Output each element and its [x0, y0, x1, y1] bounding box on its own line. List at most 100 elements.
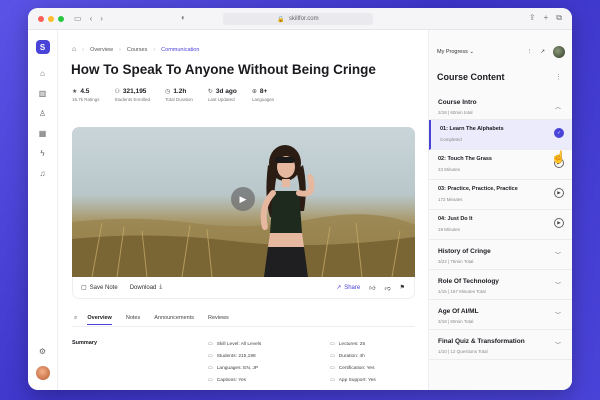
share-page-icon[interactable]: ⇪ [529, 13, 536, 23]
privacy-shield-icon[interactable]: ◐ [181, 13, 186, 22]
calendar-icon[interactable]: ▦ [39, 130, 47, 138]
course-stats: ★ 4.5 16.7k Ratings ⚇ 321,195 Students Enr… [72, 88, 274, 102]
app-logo[interactable]: S [35, 40, 50, 54]
summary-value: Students: 215,198 [216, 353, 256, 359]
clock-icon: ▭ [330, 353, 335, 359]
star-icon: ★ [72, 89, 78, 95]
breadcrumb-item-communication[interactable]: Communication [161, 47, 199, 53]
breadcrumb: ⌂ › Overview › Courses › Communication [72, 46, 199, 53]
summary-languages: ▭ Languages: EN, JP [208, 365, 258, 371]
course-content-title: Course Content [437, 72, 505, 82]
video-player[interactable]: ▶ [72, 127, 415, 277]
lesson-item[interactable]: 01: Learn The Alphabets Completed ✓ [429, 120, 572, 150]
lesson-title: 03: Practice, Practice, Practice [438, 186, 518, 192]
minimize-window-dot[interactable] [48, 15, 54, 22]
stat-languages: ⊕ 8+ Languages [252, 88, 274, 102]
share-icon: ↗ [336, 285, 342, 291]
tab-overview-icon[interactable]: ⧉ [556, 13, 562, 23]
share-button[interactable]: ↗ Share [336, 284, 361, 292]
summary-certification: ▭ Certification: Yes [330, 365, 374, 371]
stat-label: 16.7k Ratings [72, 97, 100, 102]
download-icon: ⤓ [159, 284, 163, 290]
tab-announcements[interactable]: Announcements [154, 315, 194, 324]
chevron-down-icon: ﹀ [554, 283, 561, 289]
bell-icon[interactable]: ♫ [40, 170, 46, 178]
progress-label: My Progress [437, 49, 468, 55]
window-controls [38, 15, 64, 22]
stat-label: Total Duration [165, 97, 193, 102]
section-role-of-technology[interactable]: Role Of Technology 1/15 | 167 Minutes To… [429, 270, 572, 300]
section-history-of-cringe[interactable]: History of Cringe 3/22 | 75min Total ﹀ [429, 240, 572, 270]
tab-notes[interactable]: Notes [126, 315, 140, 324]
settings-icon[interactable]: ⚙ [39, 348, 46, 356]
breadcrumb-item-courses[interactable]: Courses [127, 47, 147, 53]
share-label: Share [344, 284, 361, 291]
section-age-of-ai-ml[interactable]: Age Of AI/ML 2/18 | 60min Total ﹀ [429, 300, 572, 330]
back-icon[interactable]: ‹ [90, 14, 93, 23]
forward-icon[interactable]: › [100, 14, 103, 23]
stat-students: ⚇ 321,195 Students Enrolled [115, 88, 151, 102]
more-options-icon[interactable]: ⋮ [555, 73, 562, 81]
browser-actions: ⇪ + ⧉ [529, 13, 562, 23]
phone-icon: ▭ [330, 377, 335, 383]
users-icon: ▭ [208, 353, 213, 359]
like-icon[interactable]: 👍︎ [369, 284, 375, 292]
lesson-item[interactable]: 03: Practice, Practice, Practice 172 Min… [429, 180, 572, 210]
user-icon[interactable]: ♙ [39, 110, 46, 118]
breadcrumb-item-overview[interactable]: Overview [90, 47, 113, 53]
sidebar-toggle-icon[interactable]: ▭ [74, 14, 82, 23]
lesson-duration: 172 Minutes [438, 197, 463, 202]
summary-value: Skill Level: All Levels [216, 341, 262, 347]
search-icon[interactable]: ⌕ [74, 315, 77, 322]
play-icon[interactable]: ▶ [554, 188, 564, 198]
chart-icon[interactable]: ▥ [39, 90, 47, 98]
share-icon[interactable]: ↗ [540, 49, 545, 55]
refresh-icon: ↻ [207, 89, 213, 95]
stat-label: Students Enrolled [114, 97, 151, 102]
section-subtitle: 3/22 | 75min Total [438, 259, 474, 264]
section-title: Course Intro [438, 99, 477, 106]
bolt-icon[interactable]: ϟ [40, 150, 44, 158]
hand-cursor-icon: ☝ [551, 150, 566, 164]
avatar[interactable] [553, 46, 565, 58]
summary-captions: ▭ Captions: Yes [208, 377, 246, 383]
more-vertical-icon[interactable]: ⋮ [527, 49, 533, 55]
panel-header: My Progress ⌄ ⋮ ↗ [437, 46, 565, 58]
home-icon[interactable]: ⌂ [72, 46, 76, 53]
stat-label: Languages [251, 97, 275, 102]
home-icon[interactable]: ⌂ [40, 70, 45, 78]
progress-dropdown[interactable]: My Progress ⌄ [437, 49, 474, 55]
note-icon: ▢ [81, 285, 87, 291]
section-subtitle: 2/18 | 60min Total [438, 319, 474, 324]
play-icon[interactable]: ▶ [554, 218, 564, 228]
section-subtitle: 1/15 | 167 Minutes Total [438, 289, 486, 294]
flag-icon[interactable]: ⚑ [400, 284, 405, 291]
summary-value: Duration: 4h [338, 353, 365, 359]
tab-overview[interactable]: Overview [87, 315, 112, 325]
lesson-item[interactable]: 04: Just Do It 19 Minutes ▶ [429, 210, 572, 240]
save-note-button[interactable]: ▢ Save Note [81, 284, 118, 292]
browser-window: ▭ ‹ › ◐ 🔒 skillfor.com ⇪ + ⧉ S ⌂ ▥ ♙ ▦ ϟ… [28, 8, 572, 390]
section-final-quiz[interactable]: Final Quiz & Transformation 1/10 | 12 Qu… [429, 330, 572, 360]
tab-reviews[interactable]: Reviews [208, 315, 229, 324]
close-window-dot[interactable] [38, 15, 44, 22]
section-title: Age Of AI/ML [438, 308, 479, 315]
lesson-duration: 23 Minutes [438, 167, 461, 172]
dislike-icon[interactable]: 👎︎ [385, 284, 391, 292]
video-action-bar: ▢ Save Note Download ⤓ ↗ Share 👍︎ 👎︎ ⚑ [72, 277, 415, 299]
lesson-duration: 19 Minutes [438, 227, 461, 232]
play-icon[interactable]: ▶ [231, 187, 255, 211]
stat-label: Last Updated [207, 97, 235, 102]
chevron-right-icon: › [119, 46, 121, 53]
chevron-down-icon: ﹀ [554, 343, 561, 349]
address-bar[interactable]: 🔒 skillfor.com [223, 13, 373, 25]
new-tab-icon[interactable]: + [544, 13, 549, 23]
section-title: Final Quiz & Transformation [438, 338, 525, 345]
section-course-intro[interactable]: Course Intro 2/18 | 60min total ︿ [429, 90, 572, 120]
avatar[interactable] [35, 366, 50, 380]
lesson-status: Completed [440, 137, 462, 142]
lesson-title: 01: Learn The Alphabets [440, 126, 504, 132]
maximize-window-dot[interactable] [58, 15, 64, 22]
stat-value: 8+ [259, 88, 268, 95]
download-button[interactable]: Download ⤓ [130, 284, 162, 291]
